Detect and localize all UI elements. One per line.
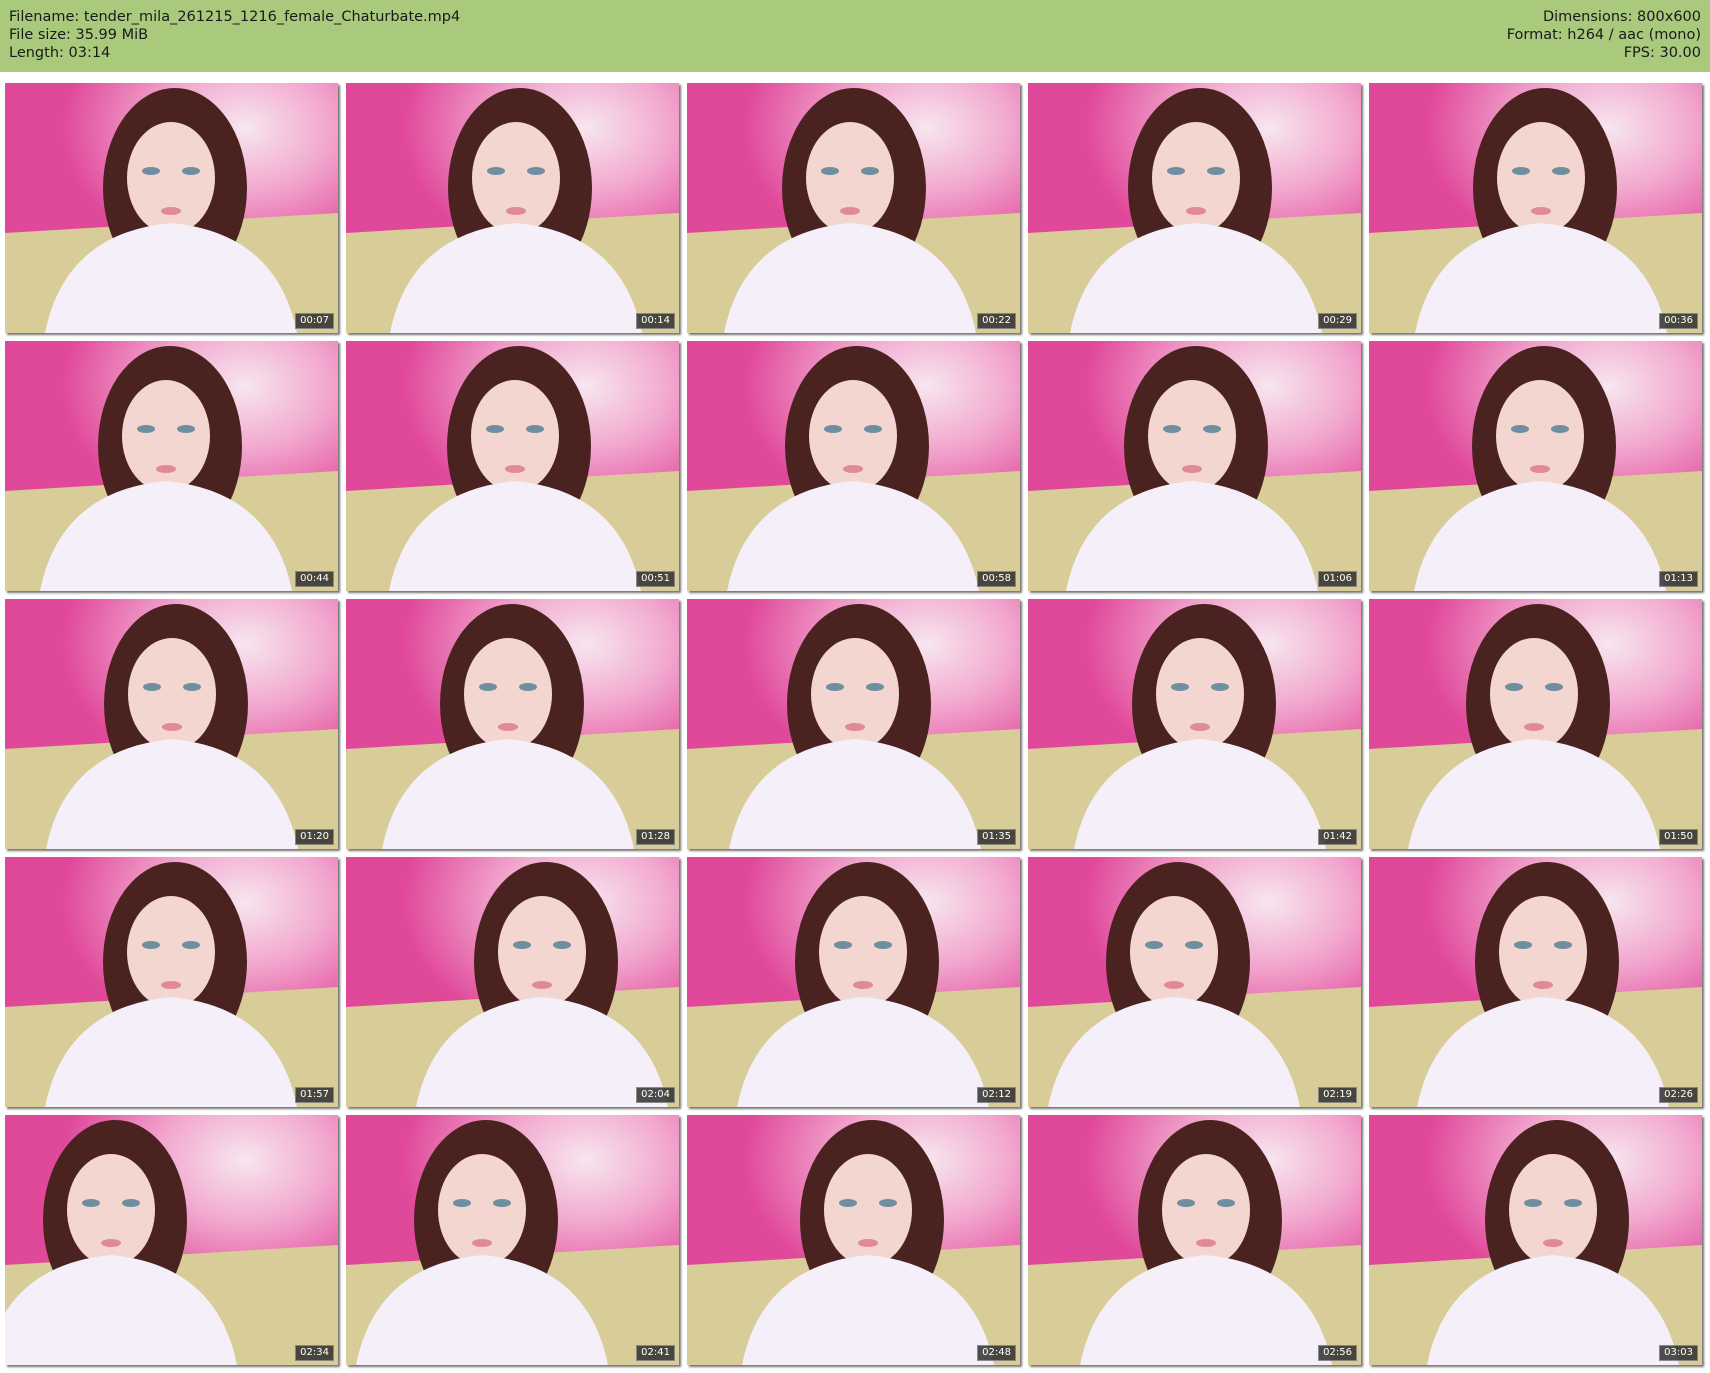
timestamp-label: 01:06 xyxy=(1318,571,1357,587)
timestamp-label: 01:57 xyxy=(295,1087,334,1103)
timestamp-label: 00:44 xyxy=(295,571,334,587)
frame-image xyxy=(5,857,338,1107)
frame-image xyxy=(346,599,679,849)
video-thumbnail[interactable]: 03:03 xyxy=(1369,1115,1702,1365)
video-thumbnail[interactable]: 01:20 xyxy=(5,599,338,849)
video-thumbnail[interactable]: 01:42 xyxy=(1028,599,1361,849)
frame-image xyxy=(1369,1115,1702,1365)
frame-image xyxy=(5,341,338,591)
video-thumbnail[interactable]: 02:12 xyxy=(687,857,1020,1107)
video-thumbnail[interactable]: 00:29 xyxy=(1028,83,1361,333)
video-thumbnail[interactable]: 01:13 xyxy=(1369,341,1702,591)
frame-image xyxy=(1028,1115,1361,1365)
timestamp-label: 02:26 xyxy=(1659,1087,1698,1103)
frame-image xyxy=(687,599,1020,849)
video-thumbnail[interactable]: 01:06 xyxy=(1028,341,1361,591)
frame-image xyxy=(687,1115,1020,1365)
video-thumbnail[interactable]: 00:44 xyxy=(5,341,338,591)
frame-image xyxy=(1028,857,1361,1107)
filesize-text: File size: 35.99 MiB xyxy=(9,27,149,43)
timestamp-label: 01:20 xyxy=(295,829,334,845)
frame-image xyxy=(687,857,1020,1107)
frame-image xyxy=(1369,83,1702,333)
timestamp-label: 00:51 xyxy=(636,571,675,587)
timestamp-label: 00:07 xyxy=(295,313,334,329)
video-thumbnail[interactable]: 01:35 xyxy=(687,599,1020,849)
video-thumbnail[interactable]: 02:34 xyxy=(5,1115,338,1365)
video-thumbnail[interactable]: 01:50 xyxy=(1369,599,1702,849)
video-thumbnail[interactable]: 00:22 xyxy=(687,83,1020,333)
video-thumbnail[interactable]: 01:57 xyxy=(5,857,338,1107)
dimensions-text: Dimensions: 800x600 xyxy=(1542,9,1701,25)
timestamp-label: 00:36 xyxy=(1659,313,1698,329)
frame-image xyxy=(1028,599,1361,849)
timestamp-label: 02:12 xyxy=(977,1087,1016,1103)
video-thumbnail[interactable]: 00:58 xyxy=(687,341,1020,591)
timestamp-label: 00:22 xyxy=(977,313,1016,329)
timestamp-label: 02:41 xyxy=(636,1345,675,1361)
video-thumbnail[interactable]: 02:56 xyxy=(1028,1115,1361,1365)
frame-image xyxy=(5,1115,338,1365)
frame-image xyxy=(1369,599,1702,849)
filename-text: Filename: tender_mila_261215_1216_female… xyxy=(9,9,461,25)
video-thumbnail[interactable]: 00:51 xyxy=(346,341,679,591)
video-thumbnail[interactable]: 02:41 xyxy=(346,1115,679,1365)
frame-image xyxy=(1028,83,1361,333)
frame-image xyxy=(687,83,1020,333)
stream-info: Dimensions: 800x600 Format: h264 / aac (… xyxy=(1507,8,1701,62)
timestamp-label: 01:13 xyxy=(1659,571,1698,587)
frame-image xyxy=(1369,857,1702,1107)
frame-image xyxy=(346,341,679,591)
video-thumbnail[interactable]: 02:26 xyxy=(1369,857,1702,1107)
video-thumbnail[interactable]: 02:48 xyxy=(687,1115,1020,1365)
timestamp-label: 02:48 xyxy=(977,1345,1016,1361)
timestamp-label: 01:42 xyxy=(1318,829,1357,845)
format-text: Format: h264 / aac (mono) xyxy=(1506,27,1701,43)
frame-image xyxy=(346,1115,679,1365)
frame-image xyxy=(687,341,1020,591)
timestamp-label: 00:58 xyxy=(977,571,1016,587)
frame-image xyxy=(1028,341,1361,591)
frame-image xyxy=(1369,341,1702,591)
frame-image xyxy=(5,599,338,849)
fps-text: FPS: 30.00 xyxy=(1623,45,1701,61)
video-thumbnail[interactable]: 02:19 xyxy=(1028,857,1361,1107)
frame-image xyxy=(346,83,679,333)
timestamp-label: 02:34 xyxy=(295,1345,334,1361)
timestamp-label: 00:14 xyxy=(636,313,675,329)
file-info: Filename: tender_mila_261215_1216_female… xyxy=(9,8,460,62)
timestamp-label: 02:56 xyxy=(1318,1345,1357,1361)
length-text: Length: 03:14 xyxy=(9,45,111,61)
timestamp-label: 01:50 xyxy=(1659,829,1698,845)
timestamp-label: 02:19 xyxy=(1318,1087,1357,1103)
timestamp-label: 02:04 xyxy=(636,1087,675,1103)
timestamp-label: 01:28 xyxy=(636,829,675,845)
frame-image xyxy=(346,857,679,1107)
frame-image xyxy=(5,83,338,333)
video-thumbnail[interactable]: 00:14 xyxy=(346,83,679,333)
video-thumbnail[interactable]: 00:36 xyxy=(1369,83,1702,333)
video-thumbnail[interactable]: 02:04 xyxy=(346,857,679,1107)
timestamp-label: 03:03 xyxy=(1659,1345,1698,1361)
info-header: Filename: tender_mila_261215_1216_female… xyxy=(0,0,1710,72)
timestamp-label: 00:29 xyxy=(1318,313,1357,329)
timestamp-label: 01:35 xyxy=(977,829,1016,845)
video-thumbnail[interactable]: 00:07 xyxy=(5,83,338,333)
video-thumbnail[interactable]: 01:28 xyxy=(346,599,679,849)
